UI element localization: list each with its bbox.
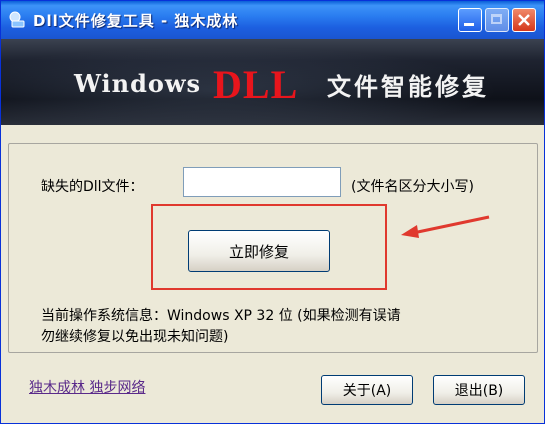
banner-chinese-text: 文件智能修复 (327, 72, 489, 101)
about-button[interactable]: 关于(A) (321, 375, 413, 405)
dll-filename-input[interactable] (183, 167, 341, 197)
close-icon[interactable] (512, 8, 536, 32)
os-info-line-2: 勿继续修复以免出现未知问题) (41, 329, 229, 345)
case-sensitive-note: (文件名区分大小写) (351, 179, 474, 195)
repair-now-button[interactable]: 立即修复 (188, 230, 330, 272)
banner: Windows DLL 文件智能修复 (1, 39, 544, 125)
author-link[interactable]: 独木成林 独步网络 (29, 377, 145, 397)
exit-button[interactable]: 退出(B) (433, 375, 525, 405)
title-bar[interactable]: Dll文件修复工具 - 独木成林 (1, 1, 544, 39)
annotation-arrow-icon (401, 215, 490, 238)
window-title: Dll文件修复工具 - 独木成林 (33, 12, 239, 30)
os-info-line-1: 当前操作系统信息：Windows XP 32 位 (如果检测有误请 (41, 308, 401, 324)
app-icon (9, 11, 25, 28)
banner-dll-text: DLL (213, 62, 299, 107)
missing-dll-label: 缺失的Dll文件： (41, 179, 144, 195)
minimize-icon[interactable] (458, 8, 482, 32)
banner-windows-text: Windows (74, 69, 202, 98)
maximize-icon (485, 8, 509, 32)
app-window: Dll文件修复工具 - 独木成林 Windows DLL 文件智能修复 缺失的D… (0, 0, 545, 424)
